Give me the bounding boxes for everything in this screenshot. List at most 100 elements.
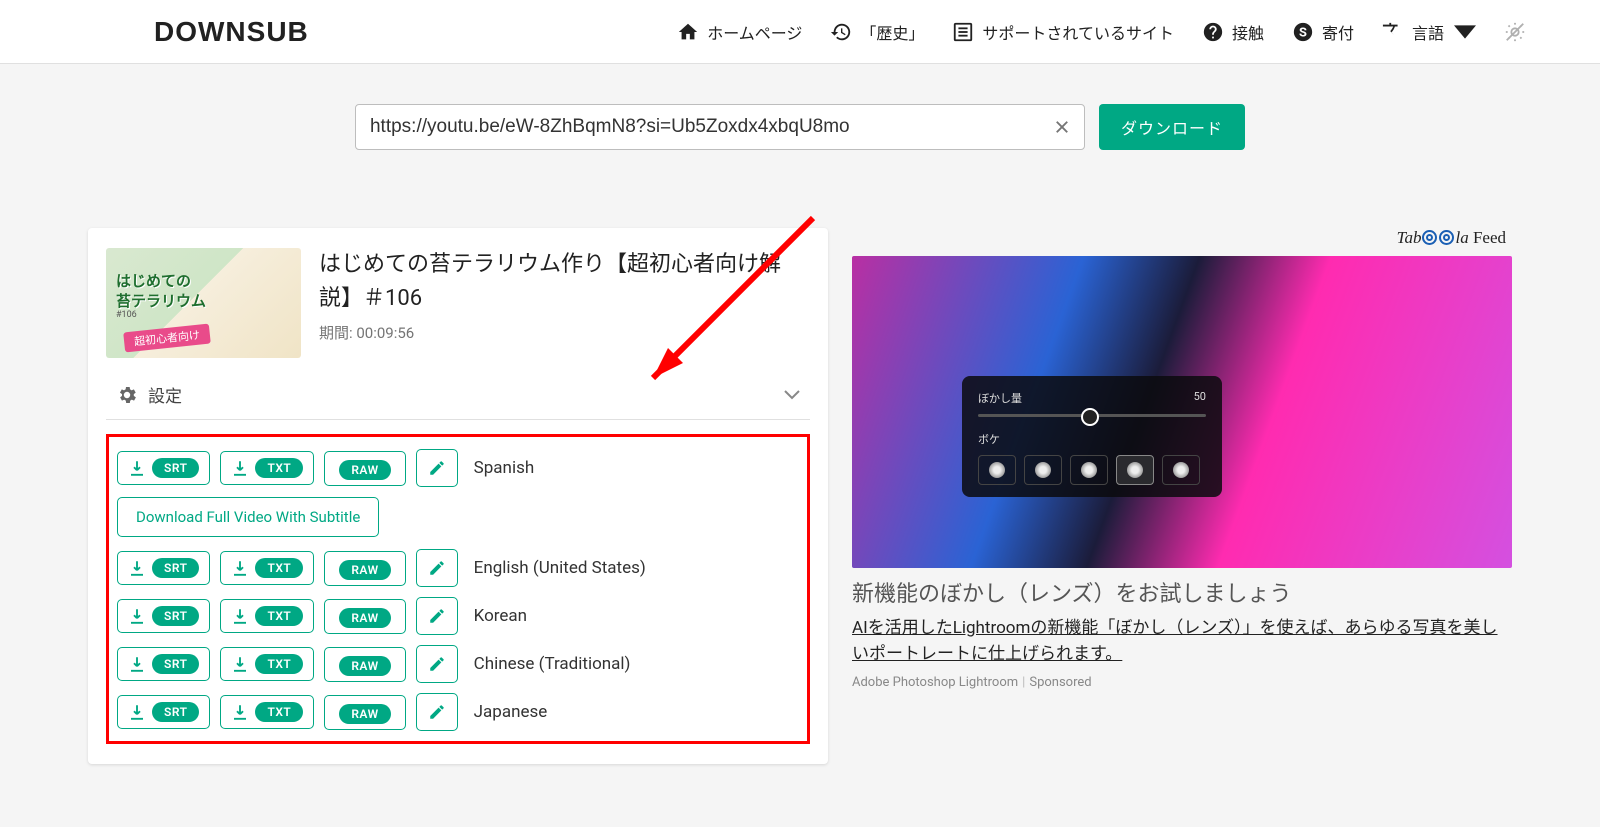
txt-button[interactable]: TXT [220,451,314,485]
ad-image[interactable]: ぼかし量 50 ボケ [852,256,1512,568]
txt-button[interactable]: TXT [220,647,314,681]
settings-label: 設定 [148,382,182,407]
thumb-num: #106 [116,310,137,320]
chevron-down-icon [784,390,800,400]
theme-icon [1504,21,1526,43]
ad-meta: Adobe Photoshop Lightroom|Sponsored [852,675,1512,690]
nav-sites[interactable]: サポートされているサイト [952,20,1174,44]
srt-button[interactable]: SRT [117,647,210,681]
raw-badge: RAW [339,656,390,676]
nav-home[interactable]: ホームページ [677,20,802,44]
search-row: ダウンロード [0,64,1600,168]
nav-contact[interactable]: 接触 [1202,20,1264,44]
pencil-icon [428,703,446,721]
txt-button[interactable]: TXT [220,695,314,729]
lang-row: SRT TXT RAW Spanish [117,449,799,487]
history-icon [830,21,852,43]
ad-panel-value: 50 [1194,390,1206,406]
ad-icons [978,455,1206,485]
translate-icon [1382,21,1404,43]
srt-button[interactable]: SRT [117,695,210,729]
raw-badge: RAW [339,608,390,628]
taboola-feed: Feed [1469,228,1506,247]
clear-button[interactable] [1047,112,1077,142]
bokeh-option [978,455,1016,485]
lang-row: SRT TXT RAW Korean [117,597,799,635]
edit-button[interactable] [416,449,458,487]
txt-button[interactable]: TXT [220,551,314,585]
download-button[interactable]: ダウンロード [1099,104,1245,150]
logo-text: DOWNSUB [154,16,309,47]
ad-panel: ぼかし量 50 ボケ [962,376,1222,497]
bokeh-option-selected [1116,455,1154,485]
download-icon [128,703,146,721]
theme-toggle[interactable] [1504,21,1526,43]
nav-contact-label: 接触 [1232,20,1264,44]
ad-description[interactable]: AIを活用したLightroomの新機能「ぼかし（レンズ）」を使えば、あらゆる写… [852,615,1512,668]
raw-button[interactable]: RAW [324,551,405,586]
download-icon [231,607,249,625]
edit-button[interactable] [416,549,458,587]
ad-card: ぼかし量 50 ボケ 新機能のぼかし（レンズ）をお試しましょう AIを活用したL… [852,256,1512,690]
lang-name: Korean [474,606,527,626]
srt-badge: SRT [152,654,199,674]
expand-button[interactable] [774,386,810,404]
pencil-icon [428,459,446,477]
caret-down-icon [1454,21,1476,43]
full-download-button[interactable]: Download Full Video With Subtitle [117,497,379,537]
sidebar: Tabla Feed ぼかし量 50 ボケ [852,228,1512,764]
ad-sponsored[interactable]: Sponsored [1029,675,1091,690]
list-icon [952,21,974,43]
nav-donate-label: 寄付 [1322,20,1354,44]
download-icon [231,559,249,577]
nav: ホームページ 「歴史」 サポートされているサイト 接触 S 寄付 言語 [677,20,1526,44]
video-meta: はじめての苔テラリウム作り【超初心者向け解説】＃106 期間: 00:09:56 [319,248,810,358]
help-icon [1202,21,1224,43]
ad-panel-sub: ボケ [978,431,1206,447]
nav-history[interactable]: 「歴史」 [830,20,924,44]
bokeh-option [1024,455,1062,485]
pencil-icon [428,607,446,625]
nav-language[interactable]: 言語 [1382,20,1476,44]
srt-badge: SRT [152,606,199,626]
edit-button[interactable] [416,597,458,635]
raw-button[interactable]: RAW [324,599,405,634]
raw-badge: RAW [339,560,390,580]
raw-button[interactable]: RAW [324,695,405,730]
ad-title[interactable]: 新機能のぼかし（レンズ）をお試しましょう [852,580,1512,611]
edit-button[interactable] [416,693,458,731]
txt-badge: TXT [255,702,303,722]
logo[interactable]: DOWNSUB [154,16,309,48]
srt-button[interactable]: SRT [117,551,210,585]
raw-button[interactable]: RAW [324,451,405,486]
ad-panel-label: ぼかし量 [978,390,1022,406]
settings-button[interactable]: 設定 [106,382,182,407]
srt-button[interactable]: SRT [117,451,210,485]
header: DOWNSUB ホームページ 「歴史」 サポートされているサイト 接触 S 寄付… [0,0,1600,64]
raw-badge: RAW [339,704,390,724]
edit-button[interactable] [416,645,458,683]
gear-icon [116,384,138,406]
lang-row: SRT TXT RAW English (United States) [117,549,799,587]
nav-donate[interactable]: S 寄付 [1292,20,1354,44]
taboola-prefix: Tab [1397,228,1422,247]
lang-row: SRT TXT RAW Japanese [117,693,799,731]
taboola-feed-label[interactable]: Tabla Feed [852,228,1512,248]
srt-badge: SRT [152,558,199,578]
txt-badge: TXT [255,606,303,626]
close-icon [1053,118,1071,136]
srt-badge: SRT [152,702,199,722]
download-icon [231,459,249,477]
url-input[interactable] [355,104,1085,150]
raw-button[interactable]: RAW [324,647,405,682]
lang-name: Japanese [474,702,548,722]
nav-history-label: 「歴史」 [860,20,924,44]
video-thumbnail[interactable]: はじめての 苔テラリウム #106 超初心者向け [106,248,301,358]
pencil-icon [428,559,446,577]
srt-button[interactable]: SRT [117,599,210,633]
txt-button[interactable]: TXT [220,599,314,633]
money-icon: S [1292,21,1314,43]
lang-row: SRT TXT RAW Chinese (Traditional) [117,645,799,683]
pencil-icon [428,655,446,673]
video-duration: 期間: 00:09:56 [319,322,810,343]
